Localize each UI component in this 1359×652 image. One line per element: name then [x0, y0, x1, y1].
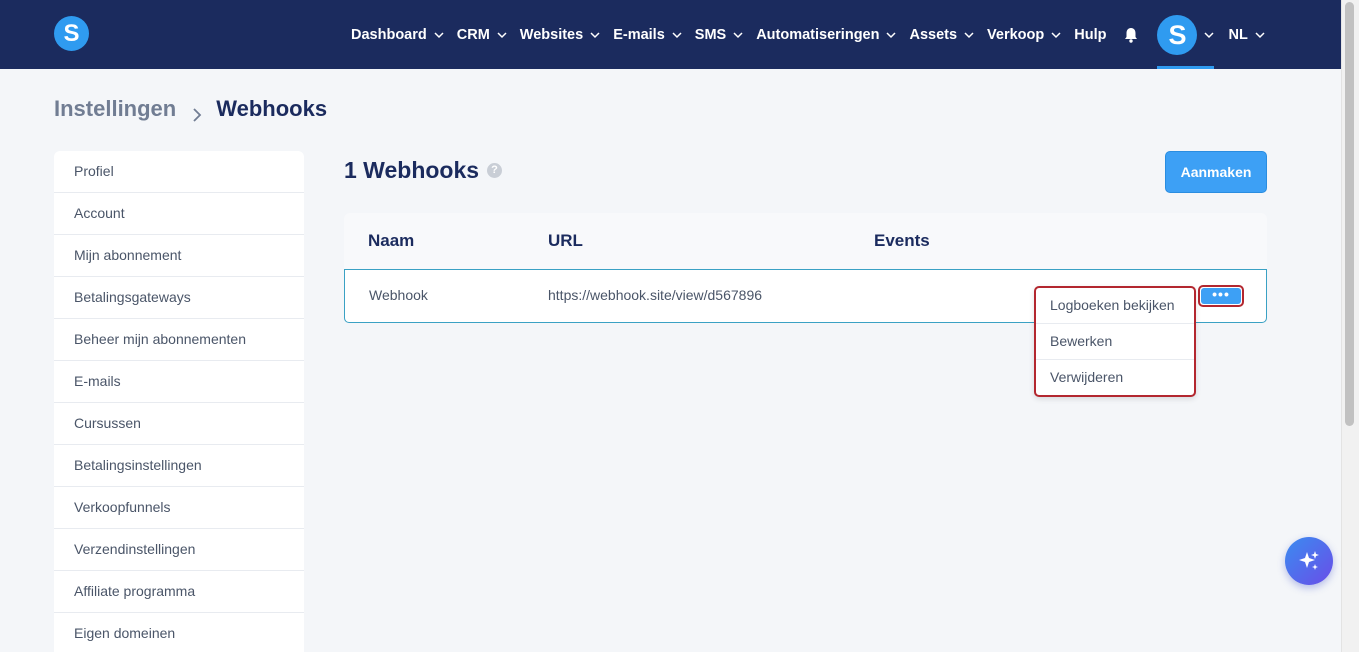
sparkle-icon	[1299, 551, 1319, 570]
table-header: Naam URL Events	[344, 213, 1267, 269]
nav-item-label: Automatiseringen	[756, 26, 880, 43]
nav-item-automatiseringen[interactable]: Automatiseringen	[756, 27, 896, 43]
webhook-url: https://webhook.site/view/d567896	[548, 287, 763, 303]
sidebar-item-betalingsgateways[interactable]: Betalingsgateways	[54, 277, 304, 319]
nav-item-dashboard[interactable]: Dashboard	[351, 27, 444, 43]
chevron-down-icon	[964, 30, 974, 40]
nav-item-websites[interactable]: Websites	[520, 27, 600, 43]
sidebar-item-beheer-abonnementen[interactable]: Beheer mijn abonnementen	[54, 319, 304, 361]
chevron-right-icon	[192, 102, 202, 122]
row-actions-menu: Logboeken bekijken Bewerken Verwijderen	[1034, 286, 1196, 397]
breadcrumb-current: Webhooks	[216, 96, 328, 121]
bell-icon[interactable]	[1122, 26, 1140, 44]
column-header-events: Events	[874, 231, 930, 250]
chevron-down-icon	[497, 30, 507, 40]
create-webhook-button[interactable]: Aanmaken	[1165, 151, 1267, 193]
sidebar-item-mijn-abonnement[interactable]: Mijn abonnement	[54, 235, 304, 277]
sidebar-item-eigen-domeinen[interactable]: Eigen domeinen	[54, 613, 304, 652]
chevron-down-icon	[886, 30, 896, 40]
sidebar-item-cursussen[interactable]: Cursussen	[54, 403, 304, 445]
chevron-down-icon	[1255, 30, 1265, 40]
chevron-down-icon	[434, 30, 444, 40]
chevron-down-icon	[1051, 30, 1061, 40]
nav-item-label: SMS	[694, 26, 727, 43]
chevron-down-icon	[672, 30, 682, 40]
breadcrumb: Instellingen Webhooks	[54, 96, 327, 122]
sidebar-item-betalingsinstellingen[interactable]: Betalingsinstellingen	[54, 445, 304, 487]
nav-item-label: CRM	[456, 26, 490, 43]
nav-item-label: Verkoop	[987, 26, 1045, 43]
nav-item-label: Hulp	[1074, 26, 1107, 43]
main-nav: Dashboard CRM Websites E-mails SMS Autom…	[351, 0, 1278, 69]
nav-item-crm[interactable]: CRM	[457, 27, 507, 43]
sidebar-item-account[interactable]: Account	[54, 193, 304, 235]
webhook-name: Webhook	[369, 287, 428, 303]
user-menu[interactable]: S	[1157, 0, 1215, 69]
nav-item-sms[interactable]: SMS	[695, 27, 743, 43]
active-indicator	[1157, 66, 1215, 69]
menu-item-edit[interactable]: Bewerken	[1036, 324, 1194, 360]
chevron-down-icon	[733, 30, 743, 40]
sidebar-item-verzendinstellingen[interactable]: Verzendinstellingen	[54, 529, 304, 571]
question-icon[interactable]: ?	[487, 163, 503, 178]
scrollbar-thumb[interactable]	[1345, 2, 1354, 426]
language-label: NL	[1228, 26, 1248, 43]
brand-logo[interactable]: S	[54, 16, 89, 51]
chevron-down-icon	[1204, 30, 1214, 40]
settings-sidebar: Profiel Account Mijn abonnement Betaling…	[54, 151, 304, 652]
sidebar-item-profiel[interactable]: Profiel	[54, 151, 304, 193]
sidebar-item-verkoopfunnels[interactable]: Verkoopfunnels	[54, 487, 304, 529]
nav-item-label: E-mails	[613, 26, 665, 43]
nav-item-hulp[interactable]: Hulp	[1074, 27, 1106, 43]
sidebar-item-affiliate[interactable]: Affiliate programma	[54, 571, 304, 613]
nav-item-verkoop[interactable]: Verkoop	[987, 27, 1061, 43]
more-dots-icon: •••	[1201, 287, 1241, 304]
breadcrumb-parent[interactable]: Instellingen	[54, 96, 176, 122]
column-header-url: URL	[548, 231, 583, 250]
nav-item-assets[interactable]: Assets	[909, 27, 974, 43]
page-title: 1 Webhooks ?	[344, 157, 503, 184]
top-navigation-bar: S Dashboard CRM Websites E-mails SMS Aut…	[0, 0, 1341, 69]
ai-assistant-button[interactable]	[1285, 537, 1333, 585]
chevron-down-icon	[590, 30, 600, 40]
nav-item-label: Dashboard	[351, 26, 427, 43]
column-header-naam: Naam	[368, 231, 415, 250]
menu-item-delete[interactable]: Verwijderen	[1036, 360, 1194, 396]
avatar[interactable]: S	[1157, 14, 1198, 55]
nav-item-label: Websites	[519, 26, 584, 43]
page-title-text: 1 Webhooks	[344, 157, 480, 183]
menu-item-view-logs[interactable]: Logboeken bekijken	[1036, 288, 1194, 324]
language-selector[interactable]: NL	[1228, 26, 1265, 43]
nav-item-label: Assets	[909, 26, 958, 43]
nav-item-emails[interactable]: E-mails	[613, 27, 682, 43]
row-actions-button[interactable]: •••	[1198, 285, 1244, 307]
sidebar-item-emails[interactable]: E-mails	[54, 361, 304, 403]
